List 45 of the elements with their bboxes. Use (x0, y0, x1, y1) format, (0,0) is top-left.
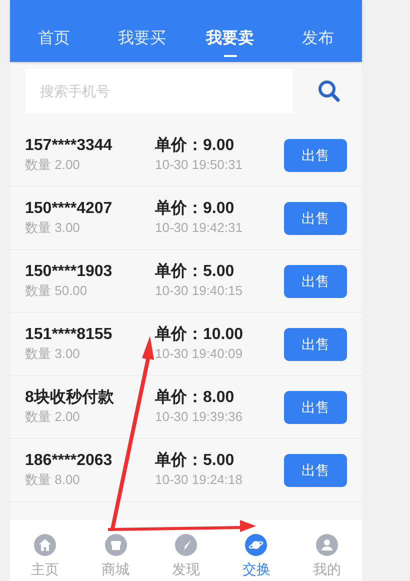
nav-item[interactable]: 交换 (242, 534, 270, 578)
nav-item[interactable]: 主页 (31, 534, 60, 578)
tab[interactable]: 我要买 (98, 27, 186, 57)
search-icon[interactable] (317, 79, 341, 103)
quantity-text: 数量 3.00 (25, 345, 81, 363)
unit-price: 单价：5.00 (155, 262, 236, 282)
sell-button[interactable]: 出售 (284, 390, 347, 424)
shop-icon (104, 534, 127, 556)
quantity-text: 数量 3.00 (25, 219, 81, 237)
sell-button[interactable]: 出售 (284, 328, 347, 360)
tab[interactable]: 我要卖 (186, 27, 274, 57)
seller-name: 151****8155 (25, 325, 114, 345)
time-text: 10-30 19:42:31 (155, 219, 244, 237)
tab[interactable]: 发布 (274, 27, 362, 57)
home-icon (34, 534, 56, 556)
user-icon (316, 534, 338, 556)
time-text: 10-30 19:50:31 (155, 156, 244, 174)
sell-button[interactable]: 出售 (284, 138, 347, 172)
quantity-text: 数量 8.00 (25, 471, 81, 489)
unit-price: 单价：10.00 (155, 325, 244, 345)
seller-name: 150****4207 (25, 199, 114, 219)
time-text: 10-30 19:39:36 (155, 408, 244, 426)
planet-icon (245, 534, 268, 556)
quantity-text: 数量 2.00 (25, 156, 81, 174)
nav-item[interactable]: 我的 (312, 534, 341, 578)
seller-name: 8块收秒付款 (25, 388, 115, 408)
sell-button[interactable]: 出售 (284, 264, 347, 298)
seller-name: 150****1903 (25, 262, 114, 282)
unit-price: 单价：5.00 (155, 451, 236, 471)
unit-price: 单价：8.00 (155, 388, 236, 408)
quantity-text: 数量 2.00 (25, 408, 81, 426)
nav-item[interactable]: 商城 (102, 534, 130, 578)
sell-button[interactable]: 出售 (284, 202, 347, 234)
compass-icon (175, 534, 198, 556)
sell-button[interactable]: 出售 (284, 454, 347, 486)
time-text: 10-30 19:24:18 (155, 471, 244, 489)
tab[interactable]: 首页 (10, 27, 98, 57)
time-text: 10-30 19:40:15 (155, 282, 244, 300)
seller-name: 157****3344 (25, 136, 114, 156)
time-text: 10-30 19:40:09 (155, 345, 244, 363)
quantity-text: 数量 50.00 (25, 282, 88, 300)
seller-name: 186****2063 (25, 451, 114, 471)
nav-item[interactable]: 发现 (172, 534, 200, 578)
unit-price: 单价：9.00 (155, 199, 236, 219)
unit-price: 单价：9.00 (155, 136, 236, 156)
